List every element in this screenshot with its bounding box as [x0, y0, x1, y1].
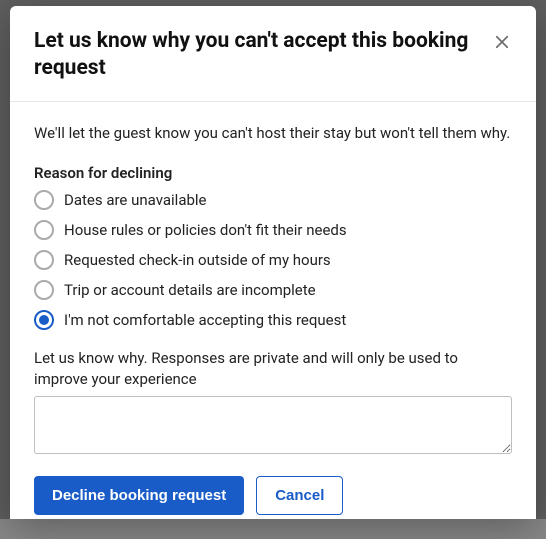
- cancel-button[interactable]: Cancel: [256, 476, 343, 515]
- radio-label: Requested check-in outside of my hours: [64, 251, 331, 269]
- radio-icon: [34, 310, 54, 330]
- modal-body: We'll let the guest know you can't host …: [10, 102, 536, 539]
- reason-textarea[interactable]: [34, 396, 512, 454]
- reason-option-house-rules[interactable]: House rules or policies don't fit their …: [34, 220, 512, 240]
- radio-icon: [34, 190, 54, 210]
- reason-option-dates-unavailable[interactable]: Dates are unavailable: [34, 190, 512, 210]
- radio-label: Dates are unavailable: [64, 191, 207, 209]
- modal-header: Let us know why you can't accept this bo…: [10, 6, 536, 102]
- reason-option-incomplete-details[interactable]: Trip or account details are incomplete: [34, 280, 512, 300]
- textarea-label: Let us know why. Responses are private a…: [34, 348, 512, 390]
- reason-option-not-comfortable[interactable]: I'm not comfortable accepting this reque…: [34, 310, 512, 330]
- reason-option-checkin-hours[interactable]: Requested check-in outside of my hours: [34, 250, 512, 270]
- reason-heading: Reason for declining: [34, 164, 512, 182]
- radio-icon: [34, 280, 54, 300]
- radio-label: I'm not comfortable accepting this reque…: [64, 311, 346, 329]
- decline-booking-modal: Let us know why you can't accept this bo…: [10, 6, 536, 519]
- close-icon: [493, 33, 511, 51]
- radio-label: Trip or account details are incomplete: [64, 281, 316, 299]
- radio-icon: [34, 250, 54, 270]
- button-row: Decline booking request Cancel: [34, 476, 512, 515]
- radio-icon: [34, 220, 54, 240]
- decline-button[interactable]: Decline booking request: [34, 476, 244, 515]
- radio-label: House rules or policies don't fit their …: [64, 221, 347, 239]
- reason-radio-group: Dates are unavailable House rules or pol…: [34, 190, 512, 330]
- close-button[interactable]: [488, 28, 516, 56]
- intro-text: We'll let the guest know you can't host …: [34, 124, 512, 142]
- modal-title: Let us know why you can't accept this bo…: [34, 28, 512, 83]
